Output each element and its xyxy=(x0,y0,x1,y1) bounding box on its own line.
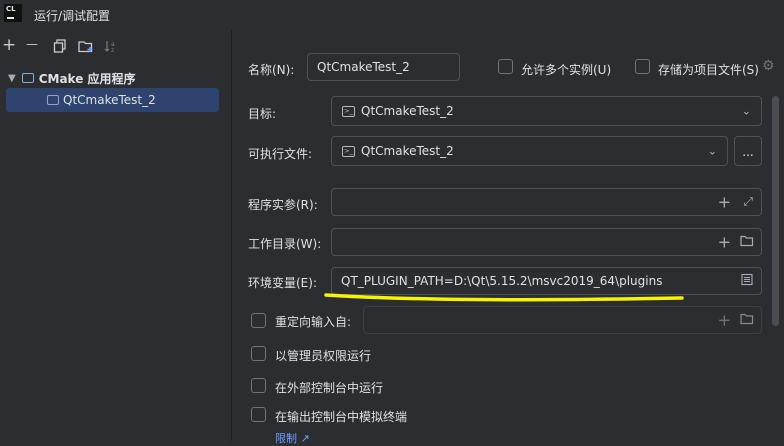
store-as-file-label: 存储为项目文件(S) xyxy=(658,63,759,77)
executable-dropdown[interactable]: >_ QtCmakeTest_2 ⌄ xyxy=(331,136,728,166)
run-external-console-label: 在外部控制台中运行 xyxy=(275,381,384,395)
remove-config-button[interactable]: — xyxy=(26,37,38,52)
env-value: QT_PLUGIN_PATH=D:\Qt\5.15.2\msvc2019_64\… xyxy=(341,274,663,288)
emulate-terminal-checkbox[interactable] xyxy=(251,407,266,422)
cmake-app-icon xyxy=(21,73,34,83)
folder-icon[interactable] xyxy=(740,313,754,328)
folder-add-icon[interactable] xyxy=(78,39,94,56)
limits-link[interactable]: 限制 ↗ xyxy=(275,430,310,446)
add-config-button[interactable]: + xyxy=(2,37,16,54)
store-as-file-checkbox[interactable] xyxy=(635,59,650,74)
chevron-down-icon[interactable]: ⌄ xyxy=(742,105,751,118)
gear-icon[interactable]: ⚙ xyxy=(762,58,775,74)
tree-group-label: CMake 应用程序 xyxy=(38,71,136,86)
emulate-terminal-label: 在输出控制台中模拟终端 xyxy=(275,410,408,424)
redirect-input-label: 重定向输入自: xyxy=(275,315,352,329)
plus-icon[interactable]: + xyxy=(718,311,731,330)
chevron-down-icon[interactable]: ▼ xyxy=(8,73,16,84)
redirect-input-field[interactable]: + xyxy=(363,306,762,334)
expand-icon[interactable]: ⤢ xyxy=(743,195,753,210)
target-value: QtCmakeTest_2 xyxy=(361,104,454,118)
app-icon-text: CL xyxy=(6,5,16,13)
target-dropdown[interactable]: >_ QtCmakeTest_2 ⌄ xyxy=(331,96,762,126)
config-tree-panel: + — az ▼ CMake 应用程序 QtCmakeTest_2 xyxy=(0,30,232,441)
svg-text:z: z xyxy=(111,47,114,53)
edit-list-icon[interactable] xyxy=(741,273,753,289)
plus-icon[interactable]: + xyxy=(718,193,731,212)
allow-parallel-label: 允许多个实例(U) xyxy=(521,63,612,77)
browse-executable-button[interactable]: ... xyxy=(734,136,762,166)
tree-group-cmake[interactable]: ▼ CMake 应用程序 xyxy=(8,68,136,88)
terminal-icon: >_ xyxy=(342,146,355,157)
folder-icon[interactable] xyxy=(740,235,754,250)
copy-icon[interactable] xyxy=(53,39,67,56)
name-input-value: QtCmakeTest_2 xyxy=(317,60,410,74)
name-label: 名称(N): xyxy=(248,63,295,77)
redirect-input-checkbox[interactable] xyxy=(251,313,266,328)
name-input[interactable]: QtCmakeTest_2 xyxy=(307,53,460,81)
window-title: 运行/调试配置 xyxy=(34,9,111,23)
allow-parallel-checkbox[interactable] xyxy=(498,59,513,74)
executable-value: QtCmakeTest_2 xyxy=(361,144,454,158)
run-admin-checkbox[interactable] xyxy=(251,346,266,361)
sort-icon[interactable]: az xyxy=(104,39,118,56)
env-label: 环境变量(E): xyxy=(248,276,317,290)
config-form-panel: 名称(N): QtCmakeTest_2 允许多个实例(U) 存储为项目文件(S… xyxy=(232,30,784,445)
clion-app-icon: CL xyxy=(4,4,22,22)
chevron-down-icon[interactable]: ⌄ xyxy=(708,145,717,158)
run-external-console-checkbox[interactable] xyxy=(251,378,266,393)
run-admin-label: 以管理员权限运行 xyxy=(275,349,372,363)
workdir-input[interactable]: + xyxy=(331,228,762,256)
tree-item-label: QtCmakeTest_2 xyxy=(63,93,156,107)
tree-item-qtcmaketest[interactable]: QtCmakeTest_2 xyxy=(6,88,219,112)
title-bar: CL 运行/调试配置 xyxy=(0,0,784,30)
external-link-icon: ↗ xyxy=(300,432,310,445)
plus-icon[interactable]: + xyxy=(718,233,731,252)
highlighter-underline xyxy=(324,293,684,302)
program-args-input[interactable]: + ⤢ xyxy=(331,188,762,216)
target-label: 目标: xyxy=(248,107,277,121)
executable-label: 可执行文件: xyxy=(248,147,313,161)
terminal-icon: >_ xyxy=(342,106,355,117)
config-icon xyxy=(47,95,59,105)
program-args-label: 程序实参(R): xyxy=(248,198,318,212)
scrollbar[interactable] xyxy=(772,96,779,326)
workdir-label: 工作目录(W): xyxy=(248,237,322,251)
limits-link-text: 限制 xyxy=(275,432,297,445)
